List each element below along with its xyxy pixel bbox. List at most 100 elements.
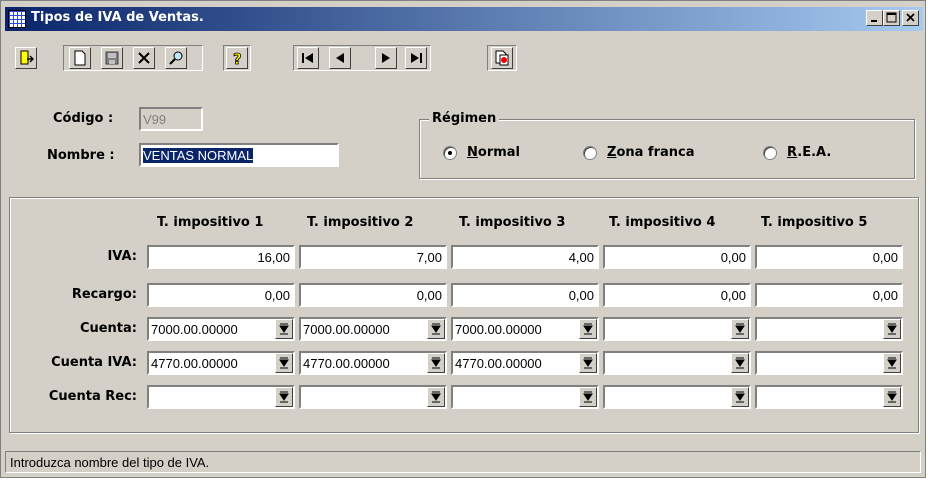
col-header-5: T. impositivo 5 xyxy=(761,215,868,230)
dropdown-arrow-icon xyxy=(279,357,289,369)
window: Tipos de IVA de Ventas. ? Código: V99 N… xyxy=(0,0,926,478)
cuenta-iva-combo-4[interactable] xyxy=(603,351,751,375)
next-record-button[interactable] xyxy=(375,47,397,69)
dropdown-arrow-icon xyxy=(583,323,593,335)
dropdown-arrow-icon xyxy=(735,391,745,403)
cuenta-iva-value-3: 4770.00.00000 xyxy=(455,356,542,371)
dropdown-arrow-icon xyxy=(583,357,593,369)
cuenta-dropdown-button-1[interactable] xyxy=(275,319,293,339)
cuenta-combo-4[interactable] xyxy=(603,317,751,341)
cuenta-iva-dropdown-button-5[interactable] xyxy=(883,353,901,373)
cuenta-dropdown-button-3[interactable] xyxy=(579,319,597,339)
cuenta-iva-combo-3[interactable]: 4770.00.00000 xyxy=(451,351,599,375)
cuenta-rec-combo-5[interactable] xyxy=(755,385,903,409)
search-button[interactable] xyxy=(165,47,187,69)
nombre-field[interactable]: VENTAS NORMAL xyxy=(139,143,339,167)
recargo-field-5[interactable]: 0,00 xyxy=(755,283,903,307)
first-record-button[interactable] xyxy=(297,47,319,69)
exit-icon xyxy=(20,50,34,65)
minimize-button[interactable] xyxy=(866,10,883,26)
row-label-cuenta-iva: Cuenta IVA: xyxy=(51,355,137,370)
cuenta-combo-1[interactable]: 7000.00.00000 xyxy=(147,317,295,341)
svg-text:?: ? xyxy=(233,50,242,66)
row-label-recargo: Recargo: xyxy=(71,287,137,302)
help-button[interactable]: ? xyxy=(226,47,248,69)
cuenta-iva-combo-2[interactable]: 4770.00.00000 xyxy=(299,351,447,375)
close-button[interactable] xyxy=(902,10,919,26)
iva-field-5[interactable]: 0,00 xyxy=(755,245,903,269)
window-title: Tipos de IVA de Ventas. xyxy=(31,10,204,25)
cuenta-rec-dropdown-button-5[interactable] xyxy=(883,387,901,407)
iva-field-2[interactable]: 7,00 xyxy=(299,245,447,269)
exit-button[interactable] xyxy=(15,47,37,69)
codigo-field: V99 xyxy=(139,107,203,131)
cuenta-rec-combo-1[interactable] xyxy=(147,385,295,409)
cuenta-dropdown-button-2[interactable] xyxy=(427,319,445,339)
new-button[interactable] xyxy=(69,47,91,69)
codigo-label: Código : xyxy=(53,111,114,126)
cuenta-rec-combo-4[interactable] xyxy=(603,385,751,409)
title-bar[interactable]: Tipos de IVA de Ventas. xyxy=(5,7,923,31)
recargo-field-2[interactable]: 0,00 xyxy=(299,283,447,307)
previous-record-icon xyxy=(336,53,344,63)
col-header-3: T. impositivo 3 xyxy=(459,215,566,230)
radio-normal-dot xyxy=(443,145,457,160)
dropdown-arrow-icon xyxy=(431,323,441,335)
dropdown-arrow-icon xyxy=(887,323,897,335)
dropdown-arrow-icon xyxy=(279,323,289,335)
previous-record-button[interactable] xyxy=(329,47,351,69)
dropdown-arrow-icon xyxy=(887,357,897,369)
dropdown-arrow-icon xyxy=(431,391,441,403)
recargo-field-4[interactable]: 0,00 xyxy=(603,283,751,307)
cuenta-value-3: 7000.00.00000 xyxy=(455,322,542,337)
cuenta-iva-combo-1[interactable]: 4770.00.00000 xyxy=(147,351,295,375)
last-record-button[interactable] xyxy=(405,47,427,69)
recargo-field-1[interactable]: 0,00 xyxy=(147,283,295,307)
radio-normal[interactable]: Normal xyxy=(443,145,520,160)
cuenta-rec-dropdown-button-3[interactable] xyxy=(579,387,597,407)
status-text: Introduzca nombre del tipo de IVA. xyxy=(10,455,210,470)
cuenta-combo-2[interactable]: 7000.00.00000 xyxy=(299,317,447,341)
maximize-button[interactable] xyxy=(883,10,900,26)
cuenta-value-1: 7000.00.00000 xyxy=(151,322,238,337)
status-bar: Introduzca nombre del tipo de IVA. xyxy=(5,451,921,473)
save-button[interactable] xyxy=(101,47,123,69)
cuenta-iva-value-2: 4770.00.00000 xyxy=(303,356,390,371)
cuenta-iva-combo-5[interactable] xyxy=(755,351,903,375)
cuenta-iva-dropdown-button-2[interactable] xyxy=(427,353,445,373)
iva-field-4[interactable]: 0,00 xyxy=(603,245,751,269)
delete-button[interactable] xyxy=(133,47,155,69)
cuenta-iva-dropdown-button-1[interactable] xyxy=(275,353,293,373)
cuenta-iva-dropdown-button-4[interactable] xyxy=(731,353,749,373)
row-label-cuenta-rec: Cuenta Rec: xyxy=(48,389,137,404)
last-record-icon xyxy=(411,53,422,63)
close-icon xyxy=(906,13,915,22)
cuenta-rec-dropdown-button-4[interactable] xyxy=(731,387,749,407)
col-header-2: T. impositivo 2 xyxy=(307,215,414,230)
dropdown-arrow-icon xyxy=(431,357,441,369)
cuenta-iva-dropdown-button-3[interactable] xyxy=(579,353,597,373)
window-controls xyxy=(866,10,919,26)
radio-zona-franca[interactable]: Zona franca xyxy=(583,145,695,160)
cuenta-dropdown-button-4[interactable] xyxy=(731,319,749,339)
radio-rea[interactable]: R.E.A. xyxy=(763,145,831,160)
iva-field-1[interactable]: 16,00 xyxy=(147,245,295,269)
cuenta-rec-dropdown-button-2[interactable] xyxy=(427,387,445,407)
radio-normal-label: Normal xyxy=(467,145,521,160)
cuenta-rec-dropdown-button-1[interactable] xyxy=(275,387,293,407)
next-record-icon xyxy=(382,53,390,63)
recargo-field-3[interactable]: 0,00 xyxy=(451,283,599,307)
search-icon xyxy=(169,51,183,65)
cuenta-combo-3[interactable]: 7000.00.00000 xyxy=(451,317,599,341)
cuenta-dropdown-button-5[interactable] xyxy=(883,319,901,339)
cuenta-combo-5[interactable] xyxy=(755,317,903,341)
cuenta-rec-combo-3[interactable] xyxy=(451,385,599,409)
app-icon xyxy=(8,10,26,28)
cuenta-rec-combo-2[interactable] xyxy=(299,385,447,409)
dropdown-arrow-icon xyxy=(279,391,289,403)
cuenta-iva-value-1: 4770.00.00000 xyxy=(151,356,238,371)
save-icon xyxy=(105,51,119,65)
print-button[interactable] xyxy=(491,47,513,69)
iva-field-3[interactable]: 4,00 xyxy=(451,245,599,269)
delete-icon xyxy=(138,52,150,64)
